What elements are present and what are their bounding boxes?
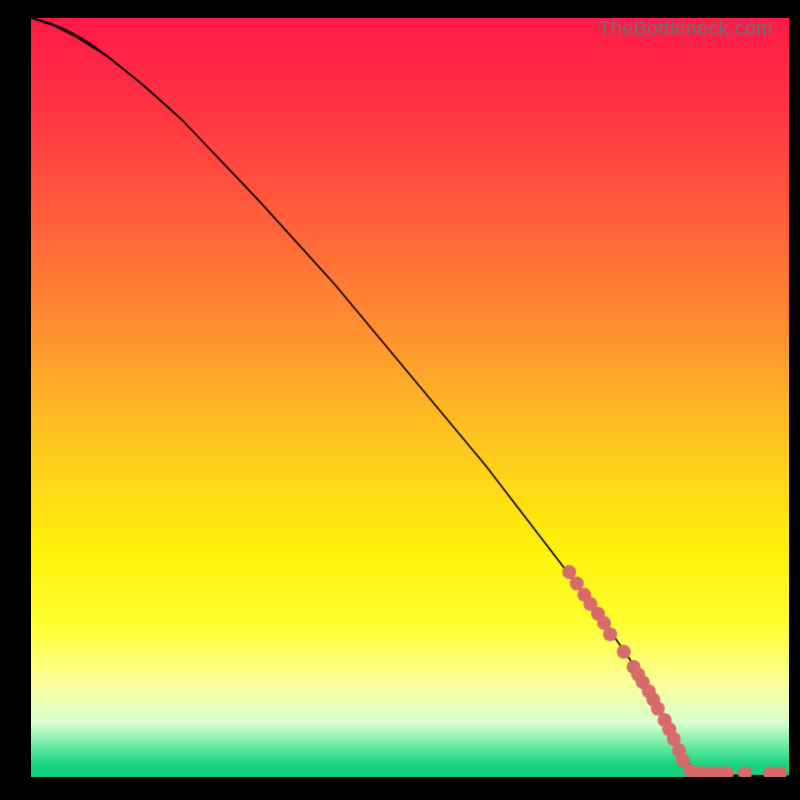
plot-area: TheBottleneck.com xyxy=(31,18,789,777)
chart-curve-canvas xyxy=(31,18,789,777)
chart-stage: TheBottleneck.com xyxy=(0,0,800,800)
watermark-text: TheBottleneck.com xyxy=(598,18,773,41)
